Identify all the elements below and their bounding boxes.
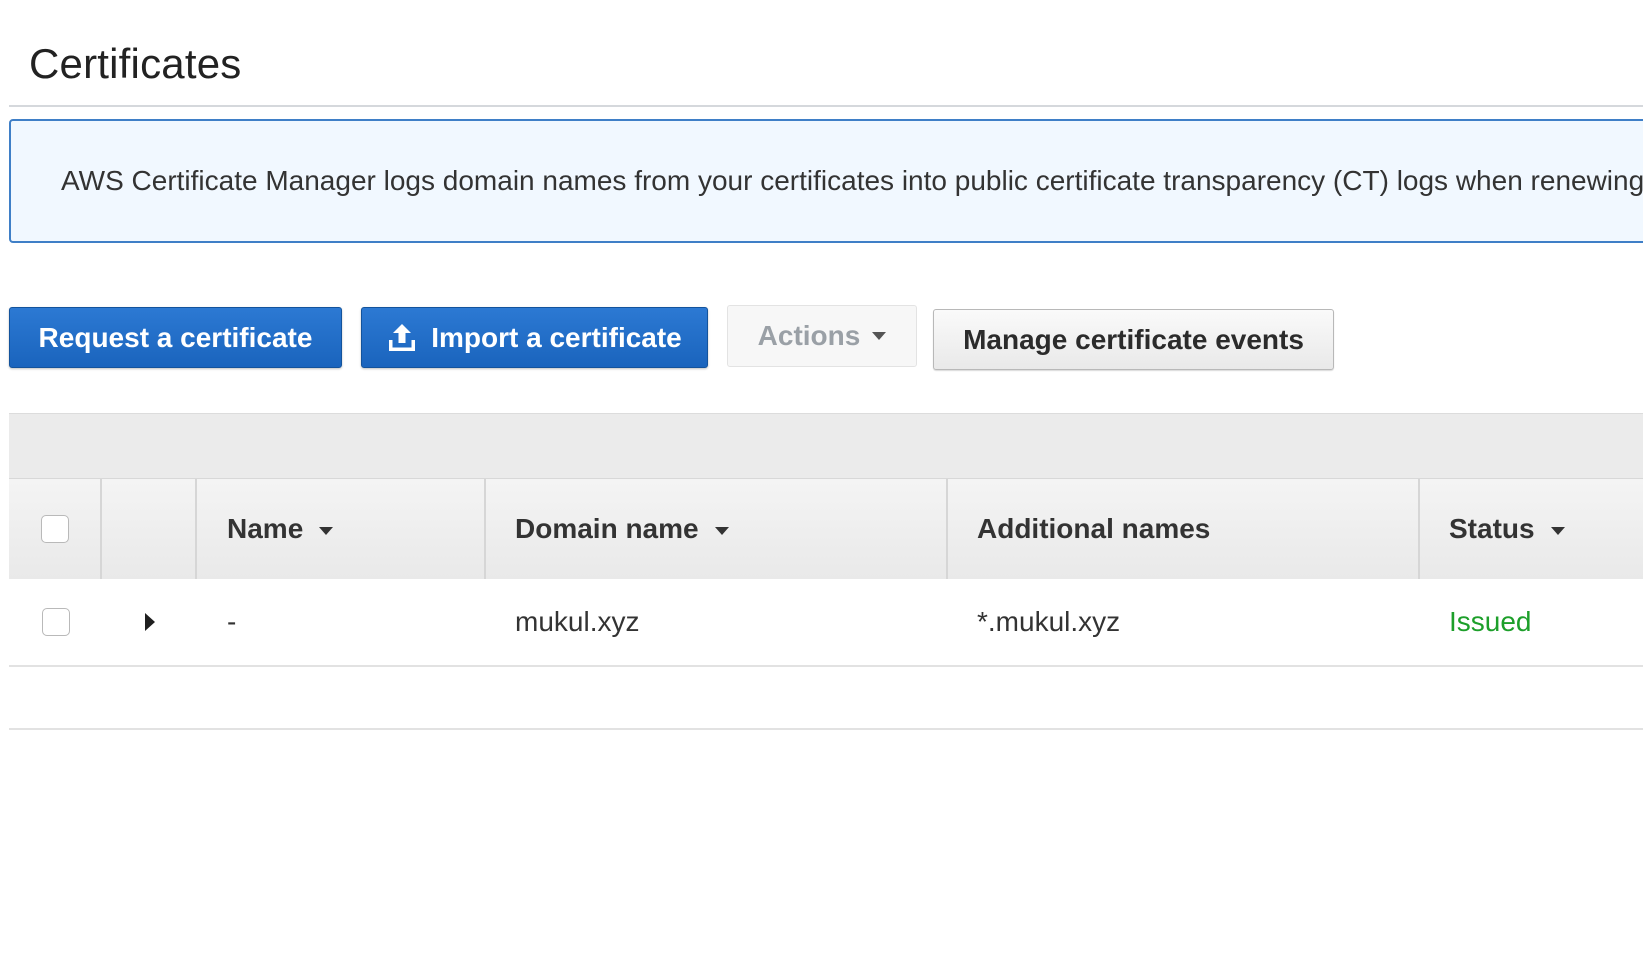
info-banner: AWS Certificate Manager logs domain name…: [9, 119, 1643, 243]
table-header: Name Domain name Additional names Status: [9, 478, 1643, 580]
info-banner-text: AWS Certificate Manager logs domain name…: [61, 165, 1643, 196]
title-divider: [9, 105, 1643, 107]
column-header-status[interactable]: Status: [1420, 479, 1643, 579]
request-certificate-button[interactable]: Request a certificate: [9, 307, 342, 368]
column-header-domain-name[interactable]: Domain name: [486, 479, 948, 579]
cell-domain-name: mukul.xyz: [515, 606, 640, 637]
column-header-status-label: Status: [1449, 513, 1535, 544]
header-expand-cell: [102, 479, 197, 579]
manage-certificate-events-button[interactable]: Manage certificate events: [933, 309, 1334, 370]
actions-dropdown-button[interactable]: Actions: [727, 305, 917, 367]
column-header-name-label: Name: [227, 513, 304, 544]
import-certificate-button[interactable]: Import a certificate: [361, 307, 708, 368]
cell-additional-names: *.mukul.xyz: [977, 606, 1121, 637]
actions-label: Actions: [757, 320, 861, 351]
select-all-checkbox[interactable]: [40, 515, 69, 543]
row-expand-cell: [102, 579, 197, 665]
table-footer-divider: [9, 728, 1643, 730]
certificates-page: Certificates AWS Certificate Manager log…: [0, 0, 1643, 963]
sort-caret-icon: [319, 527, 334, 535]
column-header-name[interactable]: Name: [197, 479, 486, 579]
import-certificate-label: Import a certificate: [431, 321, 682, 353]
table-toolbar: [9, 413, 1643, 479]
manage-certificate-events-label: Manage certificate events: [963, 323, 1304, 355]
page-title: Certificates: [29, 40, 242, 87]
column-header-domain-name-label: Domain name: [515, 513, 699, 544]
caret-down-icon: [872, 332, 887, 340]
header-select-all-cell: [9, 479, 102, 579]
table-row[interactable]: - mukul.xyz *.mukul.xyz Issued: [9, 579, 1643, 667]
cell-status: Issued: [1449, 606, 1532, 637]
upload-icon: [389, 323, 416, 351]
row-checkbox[interactable]: [41, 608, 70, 636]
column-header-additional-names: Additional names: [948, 479, 1420, 579]
sort-caret-icon: [1550, 527, 1565, 535]
row-select-cell: [9, 579, 102, 665]
caret-right-icon[interactable]: [144, 613, 155, 631]
column-header-additional-names-label: Additional names: [977, 513, 1211, 544]
request-certificate-label: Request a certificate: [38, 321, 313, 353]
sort-caret-icon: [714, 527, 729, 535]
cell-name: -: [227, 606, 237, 637]
